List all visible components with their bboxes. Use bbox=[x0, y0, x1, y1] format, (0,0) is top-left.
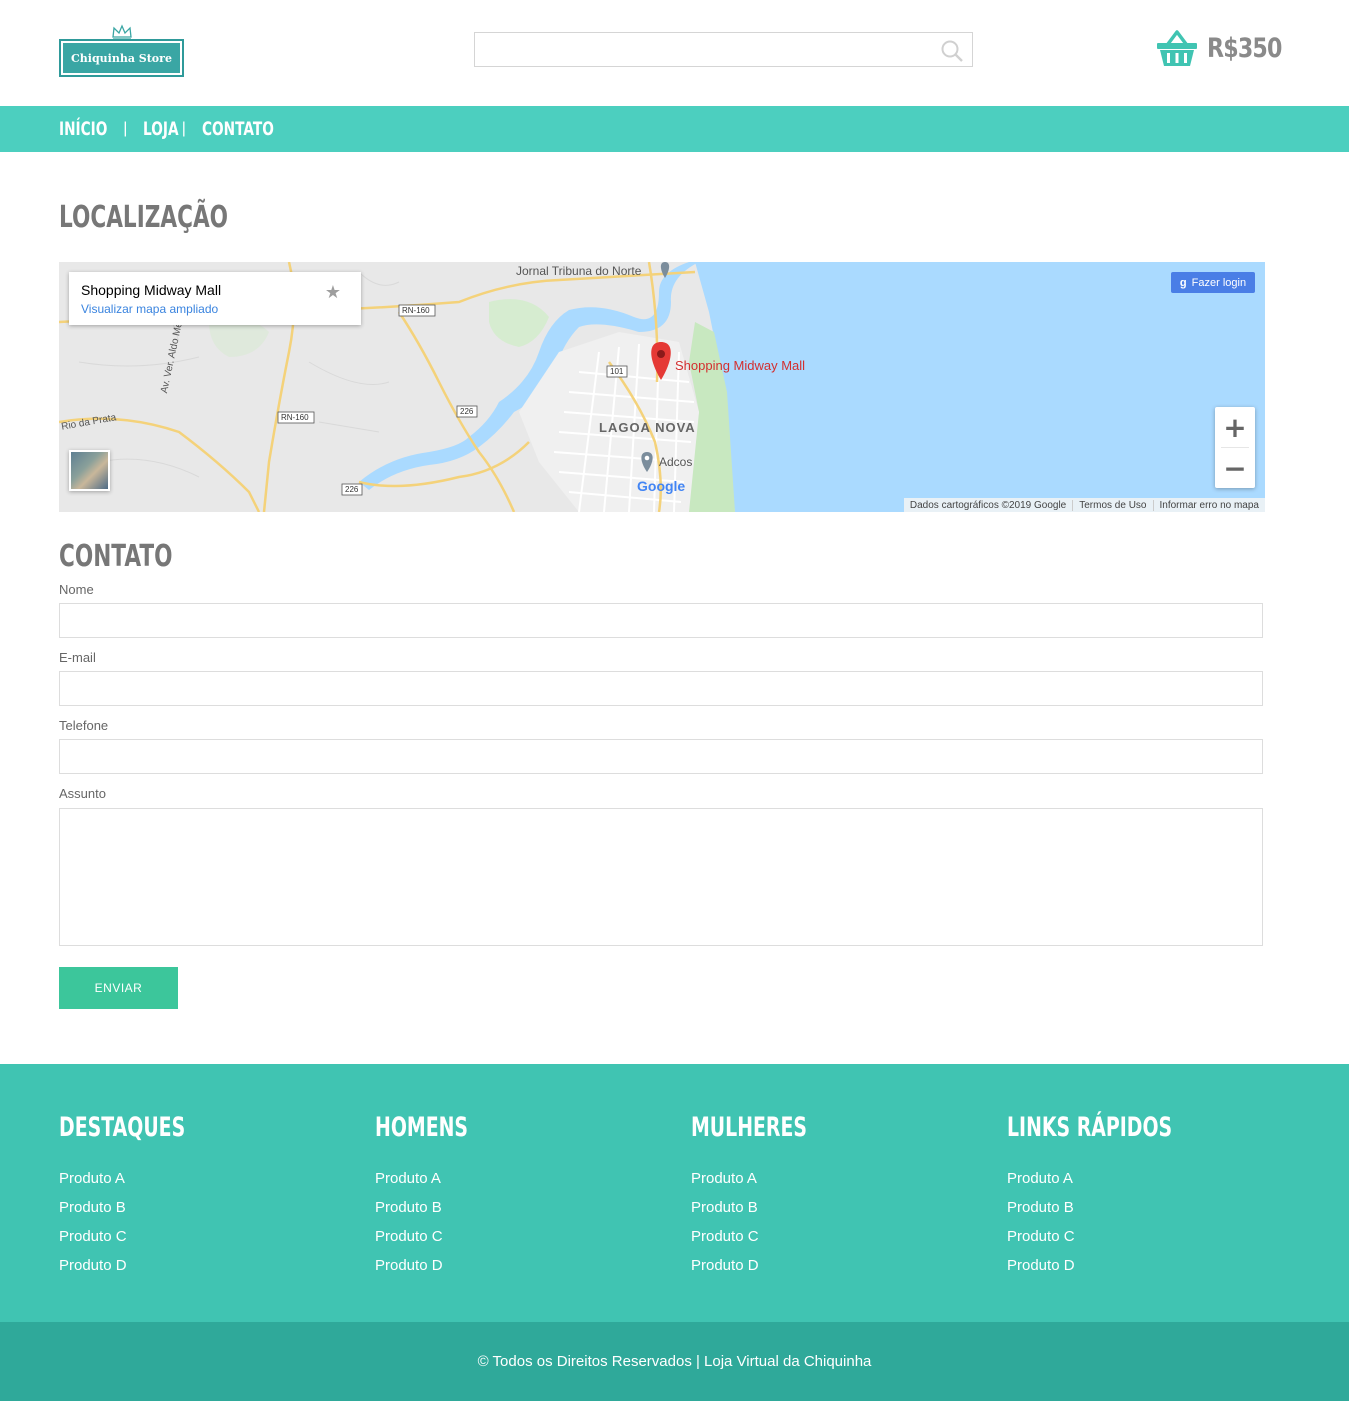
report-error-link[interactable]: Informar erro no mapa bbox=[1152, 499, 1266, 511]
logo-box: Chiquinha Store bbox=[59, 39, 184, 77]
google-logo[interactable]: Google bbox=[637, 478, 685, 494]
zoom-control: + − bbox=[1215, 407, 1255, 488]
cart[interactable]: R$350 bbox=[1156, 26, 1298, 70]
footer-link[interactable]: Produto B bbox=[1007, 1199, 1074, 1216]
footer-link[interactable]: Produto C bbox=[1007, 1228, 1075, 1245]
road-label: 101 bbox=[610, 367, 624, 376]
phone-label: Telefone bbox=[59, 718, 109, 733]
search-input[interactable] bbox=[475, 33, 925, 66]
nav-separator: | bbox=[181, 120, 186, 137]
name-field[interactable] bbox=[60, 604, 1262, 637]
footer-link[interactable]: Produto B bbox=[375, 1199, 442, 1216]
footer-column-title: DESTAQUES bbox=[59, 1112, 186, 1143]
view-larger-map-link[interactable]: Visualizar mapa ampliado bbox=[81, 302, 349, 316]
terms-link[interactable]: Termos de Uso bbox=[1072, 499, 1152, 511]
road-label: 226 bbox=[345, 485, 359, 494]
map-label-adcos[interactable]: Adcos bbox=[659, 455, 692, 469]
nav-item-contato: CONTATO bbox=[202, 118, 302, 140]
road-label: RN-160 bbox=[402, 306, 430, 315]
footer-link[interactable]: Produto B bbox=[691, 1199, 758, 1216]
footer-link[interactable]: Produto A bbox=[375, 1170, 441, 1187]
map-label-district: LAGOA NOVA bbox=[599, 420, 696, 435]
footer-link[interactable]: Produto A bbox=[1007, 1170, 1073, 1187]
footer-link[interactable]: Produto B bbox=[59, 1199, 126, 1216]
cart-total: R$350 bbox=[1207, 32, 1282, 64]
phone-field[interactable] bbox=[60, 740, 1262, 773]
place-card: Shopping Midway Mall Visualizar mapa amp… bbox=[69, 272, 361, 325]
logo[interactable]: Chiquinha Store bbox=[59, 24, 185, 78]
google-plus-icon: g bbox=[1179, 276, 1187, 289]
footer-link[interactable]: Produto C bbox=[691, 1228, 759, 1245]
search-box bbox=[474, 32, 973, 67]
road-label: RN-160 bbox=[281, 413, 309, 422]
footer-column-destaques: DESTAQUES Produto A Produto B Produto C … bbox=[59, 1112, 239, 1286]
email-field-box bbox=[59, 671, 1263, 706]
nav-link-loja[interactable]: LOJA bbox=[143, 118, 179, 140]
crown-icon bbox=[112, 24, 132, 40]
sign-in-button[interactable]: g Fazer login bbox=[1171, 272, 1255, 293]
nav-item-inicio: INÍCIO | bbox=[59, 118, 143, 140]
email-label: E-mail bbox=[59, 650, 96, 665]
logo-text: Chiquinha Store bbox=[63, 43, 180, 73]
zoom-out-button[interactable]: − bbox=[1215, 448, 1255, 488]
footer-column-title: HOMENS bbox=[375, 1112, 469, 1143]
subject-field-box bbox=[59, 808, 1263, 946]
footer-link[interactable]: Produto D bbox=[59, 1257, 127, 1274]
contact-title: CONTATO bbox=[59, 539, 173, 574]
copyright-text: © Todos os Direitos Reservados | Loja Vi… bbox=[477, 1353, 872, 1370]
search-icon[interactable] bbox=[940, 39, 964, 63]
main-nav: INÍCIO | LOJA | CONTATO bbox=[0, 106, 1349, 152]
site-footer: DESTAQUES Produto A Produto B Produto C … bbox=[0, 1064, 1349, 1322]
nav-item-loja: LOJA | bbox=[143, 118, 202, 140]
footer-link[interactable]: Produto D bbox=[691, 1257, 759, 1274]
map-attribution: Dados cartográficos ©2019 Google Termos … bbox=[903, 498, 1266, 512]
phone-field-box bbox=[59, 739, 1263, 774]
star-icon[interactable]: ★ bbox=[325, 282, 341, 303]
map-label-newspaper: Jornal Tribuna do Norte bbox=[516, 264, 642, 278]
copyright-bar: © Todos os Direitos Reservados | Loja Vi… bbox=[0, 1322, 1349, 1401]
subject-label: Assunto bbox=[59, 786, 106, 801]
subject-field[interactable] bbox=[60, 809, 1262, 945]
site-header: Chiquinha Store R$350 bbox=[0, 0, 1349, 106]
map[interactable]: Jornal Tribuna do Norte Shopping Midway … bbox=[59, 262, 1265, 512]
map-data-credit: Dados cartográficos ©2019 Google bbox=[909, 499, 1067, 511]
road-label: 226 bbox=[460, 407, 474, 416]
satellite-toggle[interactable] bbox=[69, 450, 110, 491]
footer-link[interactable]: Produto A bbox=[691, 1170, 757, 1187]
zoom-in-button[interactable]: + bbox=[1215, 407, 1255, 447]
footer-link[interactable]: Produto C bbox=[375, 1228, 443, 1245]
name-label: Nome bbox=[59, 582, 94, 597]
footer-link[interactable]: Produto C bbox=[59, 1228, 127, 1245]
footer-link[interactable]: Produto D bbox=[1007, 1257, 1075, 1274]
sign-in-label: Fazer login bbox=[1191, 276, 1247, 289]
name-field-box bbox=[59, 603, 1263, 638]
footer-link[interactable]: Produto D bbox=[375, 1257, 443, 1274]
basket-icon bbox=[1157, 30, 1197, 66]
footer-column-title: MULHERES bbox=[691, 1112, 808, 1143]
footer-column-links-rapidos: LINKS RÁPIDOS Produto A Produto B Produt… bbox=[1007, 1112, 1243, 1286]
email-field[interactable] bbox=[60, 672, 1262, 705]
nav-link-contato[interactable]: CONTATO bbox=[202, 118, 274, 140]
place-name: Shopping Midway Mall bbox=[81, 282, 222, 298]
location-title: LOCALIZAÇÃO bbox=[59, 200, 229, 235]
nav-link-inicio[interactable]: INÍCIO bbox=[59, 118, 107, 140]
footer-column-homens: HOMENS Produto A Produto B Produto C Pro… bbox=[375, 1112, 508, 1286]
send-button[interactable]: ENVIAR bbox=[59, 967, 178, 1009]
footer-link[interactable]: Produto A bbox=[59, 1170, 125, 1187]
nav-separator: | bbox=[123, 120, 128, 137]
footer-column-title: LINKS RÁPIDOS bbox=[1007, 1112, 1173, 1143]
footer-column-mulheres: MULHERES Produto A Produto B Produto C P… bbox=[691, 1112, 857, 1286]
map-marker-label[interactable]: Shopping Midway Mall bbox=[675, 358, 805, 373]
